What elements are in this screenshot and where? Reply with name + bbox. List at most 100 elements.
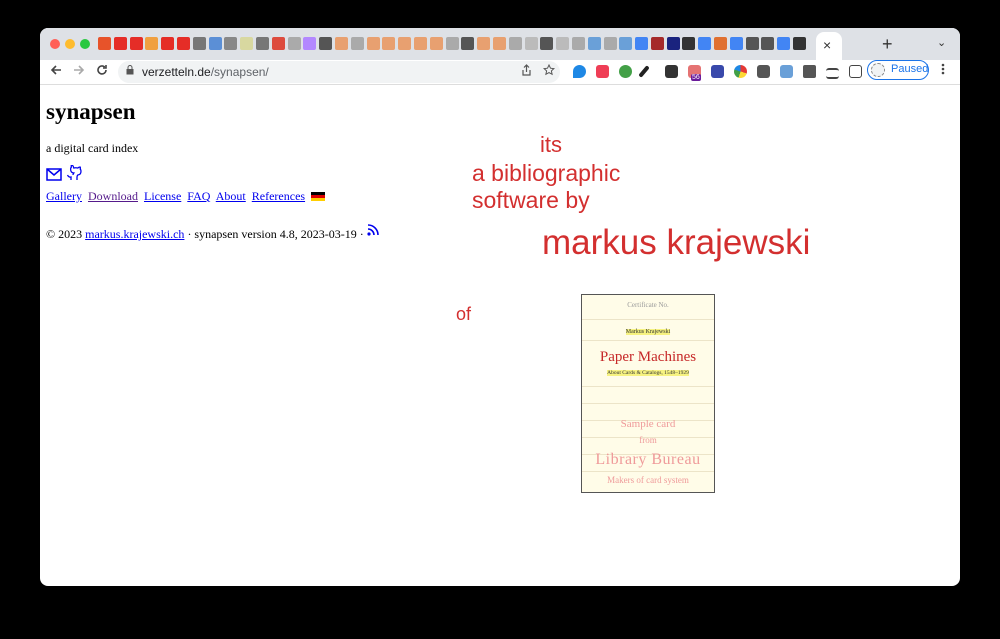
mail-icon[interactable] <box>46 168 66 185</box>
extension-drop-icon[interactable] <box>573 65 586 78</box>
tab-favicon-icon[interactable] <box>176 37 190 50</box>
new-tab-button[interactable]: + <box>882 34 893 55</box>
tab-favicon-icon[interactable] <box>224 37 238 50</box>
tab-favicon-icon[interactable] <box>714 37 728 50</box>
browser-toolbar: verzetteln.de/synapsen/ 56 Paused <box>40 60 960 85</box>
github-icon[interactable] <box>66 164 82 185</box>
tab-favicon-icon[interactable] <box>587 37 601 50</box>
tab-favicon-icon[interactable] <box>461 37 475 50</box>
tab-favicon-icon[interactable] <box>255 37 269 50</box>
extension-pen-icon[interactable] <box>638 65 650 78</box>
side-panel-icon[interactable] <box>849 65 862 78</box>
extension-flower-icon[interactable] <box>619 65 632 78</box>
tab-favicon-icon[interactable] <box>777 37 791 50</box>
promo-line1: a bibliographic <box>472 160 621 186</box>
minimize-window-button[interactable] <box>65 39 75 49</box>
tab-favicon-icon[interactable] <box>556 37 570 50</box>
tab-favicon-icon[interactable] <box>366 37 380 50</box>
promo-its: its <box>540 132 562 157</box>
tab-favicon-icon[interactable] <box>571 37 585 50</box>
tab-favicon-icon[interactable] <box>303 37 317 50</box>
tab-favicon-icon[interactable] <box>350 37 364 50</box>
close-tab-icon[interactable]: × <box>823 37 831 53</box>
extension-map-icon[interactable] <box>780 65 793 78</box>
tab-search-button[interactable]: ⌄ <box>937 36 946 49</box>
reading-list-icon[interactable] <box>826 68 839 79</box>
tab-favicon-icon[interactable] <box>145 37 159 50</box>
tab-favicon-icon[interactable] <box>540 37 554 50</box>
extension-count-badge: 56 <box>691 74 701 81</box>
share-icon[interactable] <box>521 64 532 79</box>
extension-pocket-icon[interactable] <box>596 65 609 78</box>
about-link[interactable]: About <box>216 189 246 203</box>
profile-status: Paused <box>891 63 929 75</box>
more-menu-icon[interactable] <box>941 63 945 78</box>
tab-favicon-icon[interactable] <box>524 37 538 50</box>
tab-favicon-icon[interactable] <box>477 37 491 50</box>
tab-favicon-icon[interactable] <box>398 37 412 50</box>
tab-favicon-icon[interactable] <box>650 37 664 50</box>
card-stamp-line3: Library Bureau <box>595 451 701 468</box>
tab-favicon-icon[interactable] <box>508 37 522 50</box>
card-subtitle: About Cards & Catalogs, 1548–1929 <box>607 370 689 376</box>
tab-favicon-icon[interactable] <box>793 37 807 50</box>
references-link[interactable]: References <box>252 189 305 203</box>
version-text: · synapsen version 4.8, 2023-03-19 · <box>187 227 364 241</box>
gallery-link[interactable]: Gallery <box>46 189 82 203</box>
address-bar[interactable]: verzetteln.de/synapsen/ <box>118 61 560 83</box>
tab-favicon-icon[interactable] <box>666 37 680 50</box>
tab-favicon-icon[interactable] <box>761 37 775 50</box>
tab-favicon-icon[interactable] <box>240 37 254 50</box>
card-title: Paper Machines <box>599 349 697 365</box>
tab-favicon-icon[interactable] <box>635 37 649 50</box>
card-author: Markus Krajewski <box>625 329 671 335</box>
tab-favicon-icon[interactable] <box>492 37 506 50</box>
tab-favicon-icon[interactable] <box>698 37 712 50</box>
tab-favicon-icon[interactable] <box>682 37 696 50</box>
extensions-puzzle-icon[interactable] <box>803 65 816 78</box>
tab-favicon-icon[interactable] <box>161 37 175 50</box>
tab-favicon-icon[interactable] <box>208 37 222 50</box>
extension-edit-icon[interactable] <box>711 65 724 78</box>
reload-icon[interactable] <box>96 63 108 79</box>
extension-clapper-icon[interactable] <box>665 65 678 78</box>
tab-favicon-icon[interactable] <box>287 37 301 50</box>
profile-button[interactable]: Paused <box>867 60 929 80</box>
tab-favicon-icon[interactable] <box>729 37 743 50</box>
zoom-window-button[interactable] <box>80 39 90 49</box>
tab-favicon-icon[interactable] <box>334 37 348 50</box>
author-site-link[interactable]: markus.krajewski.ch <box>85 227 184 241</box>
tab-favicon-icon[interactable] <box>429 37 443 50</box>
active-tab[interactable]: × <box>816 32 842 60</box>
card-stamp-line4: Makers of card system <box>607 475 689 485</box>
tab-favicon-icon[interactable] <box>445 37 459 50</box>
tab-favicon-icon[interactable] <box>192 37 206 50</box>
extension-colorwheel-icon[interactable] <box>734 65 747 78</box>
contact-icons <box>46 164 82 186</box>
german-flag-icon[interactable] <box>311 192 326 201</box>
promo-of: of <box>456 304 472 324</box>
tab-favicon-icon[interactable] <box>413 37 427 50</box>
forward-icon[interactable] <box>73 63 85 79</box>
bookmark-star-icon[interactable] <box>542 63 556 79</box>
tab-favicon-icon[interactable] <box>271 37 285 50</box>
close-window-button[interactable] <box>50 39 60 49</box>
nav-links: Gallery Download License FAQ About Refer… <box>46 189 326 204</box>
tab-favicon-icon[interactable] <box>129 37 143 50</box>
extension-h-icon[interactable] <box>757 65 770 78</box>
tab-favicon-icon[interactable] <box>319 37 333 50</box>
tab-favicon-icon[interactable] <box>113 37 127 50</box>
tab-favicon-icon[interactable] <box>98 37 111 50</box>
license-link[interactable]: License <box>144 189 181 203</box>
rss-icon[interactable] <box>367 222 381 240</box>
download-link[interactable]: Download <box>88 189 138 203</box>
url-text[interactable]: verzetteln.de/synapsen/ <box>142 65 269 79</box>
tab-favicon-icon[interactable] <box>603 37 617 50</box>
tab-favicon-icon[interactable] <box>619 37 633 50</box>
lock-icon[interactable] <box>126 65 134 78</box>
back-icon[interactable] <box>50 63 62 79</box>
tab-favicon-icon[interactable] <box>745 37 759 50</box>
card-certificate: Certificate No. <box>627 301 669 309</box>
faq-link[interactable]: FAQ <box>187 189 210 203</box>
tab-favicon-icon[interactable] <box>382 37 396 50</box>
